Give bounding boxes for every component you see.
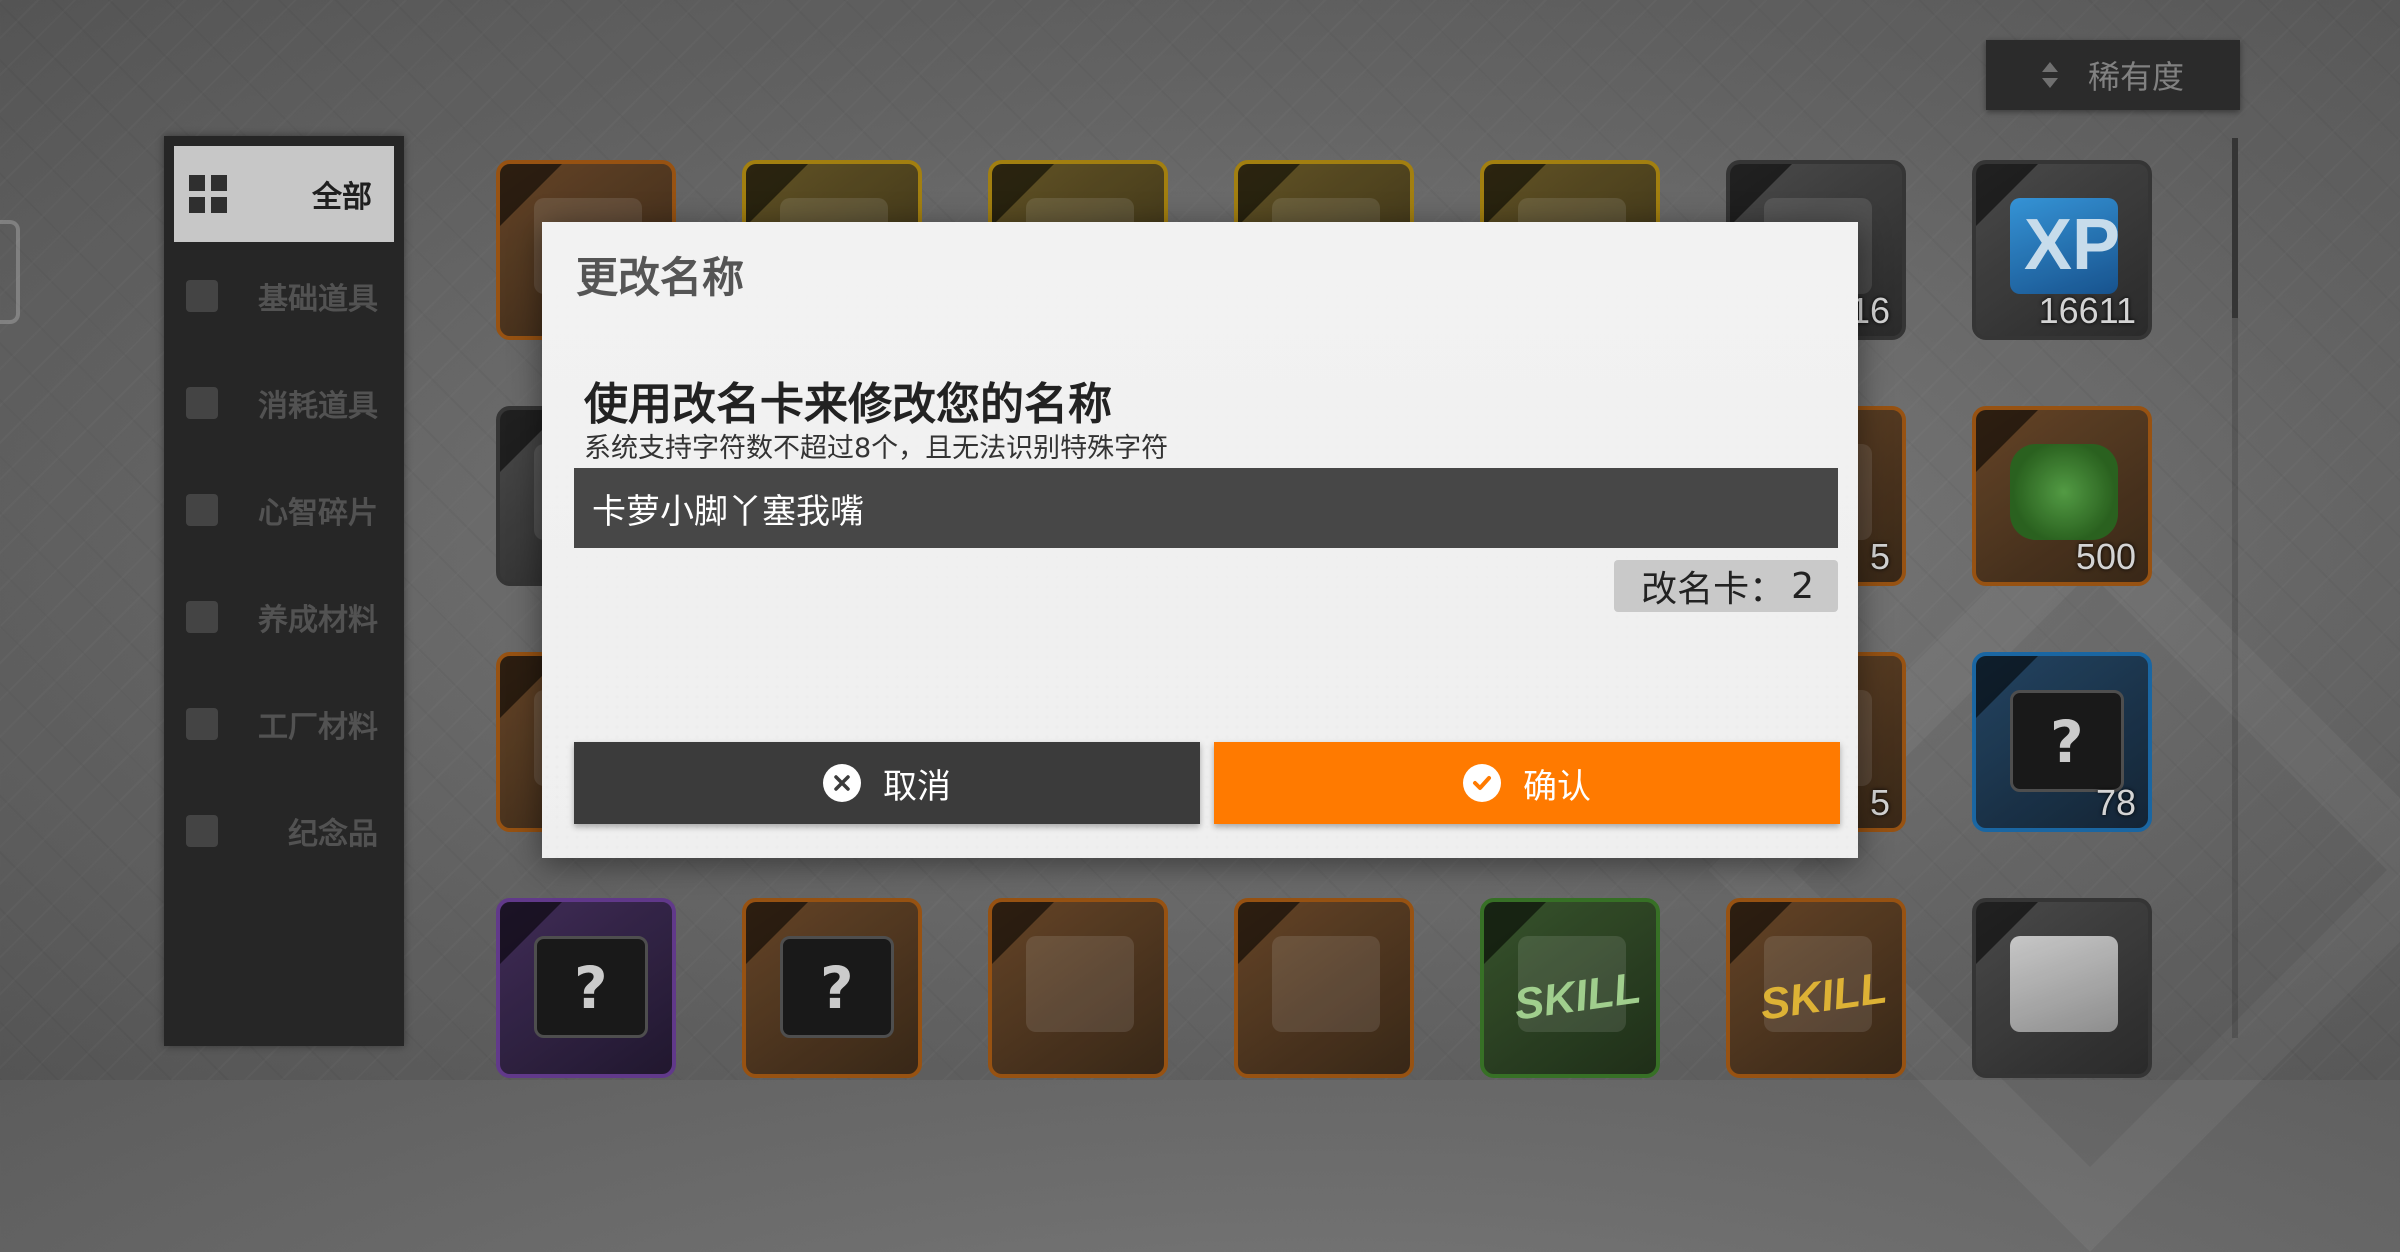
dialog-heading: 使用改名卡来修改您的名称	[584, 379, 1112, 430]
close-icon	[823, 764, 861, 802]
cancel-button[interactable]: 取消	[574, 742, 1200, 824]
name-input[interactable]	[574, 468, 1838, 548]
rename-card-counter: 改名卡： 2	[1614, 560, 1838, 612]
confirm-button[interactable]: 确认	[1214, 742, 1840, 824]
rename-dialog: 更改名称 使用改名卡来修改您的名称 系统支持字符数不超过8个，且无法识别特殊字符…	[542, 222, 1858, 858]
check-icon	[1463, 764, 1501, 802]
rename-card-count: 2	[1791, 565, 1814, 607]
dialog-title: 更改名称	[576, 253, 745, 302]
rename-card-label: 改名卡：	[1641, 569, 1786, 610]
cancel-label: 取消	[883, 766, 951, 807]
dialog-hint: 系统支持字符数不超过8个，且无法识别特殊字符	[584, 433, 1169, 464]
confirm-label: 确认	[1523, 766, 1591, 807]
